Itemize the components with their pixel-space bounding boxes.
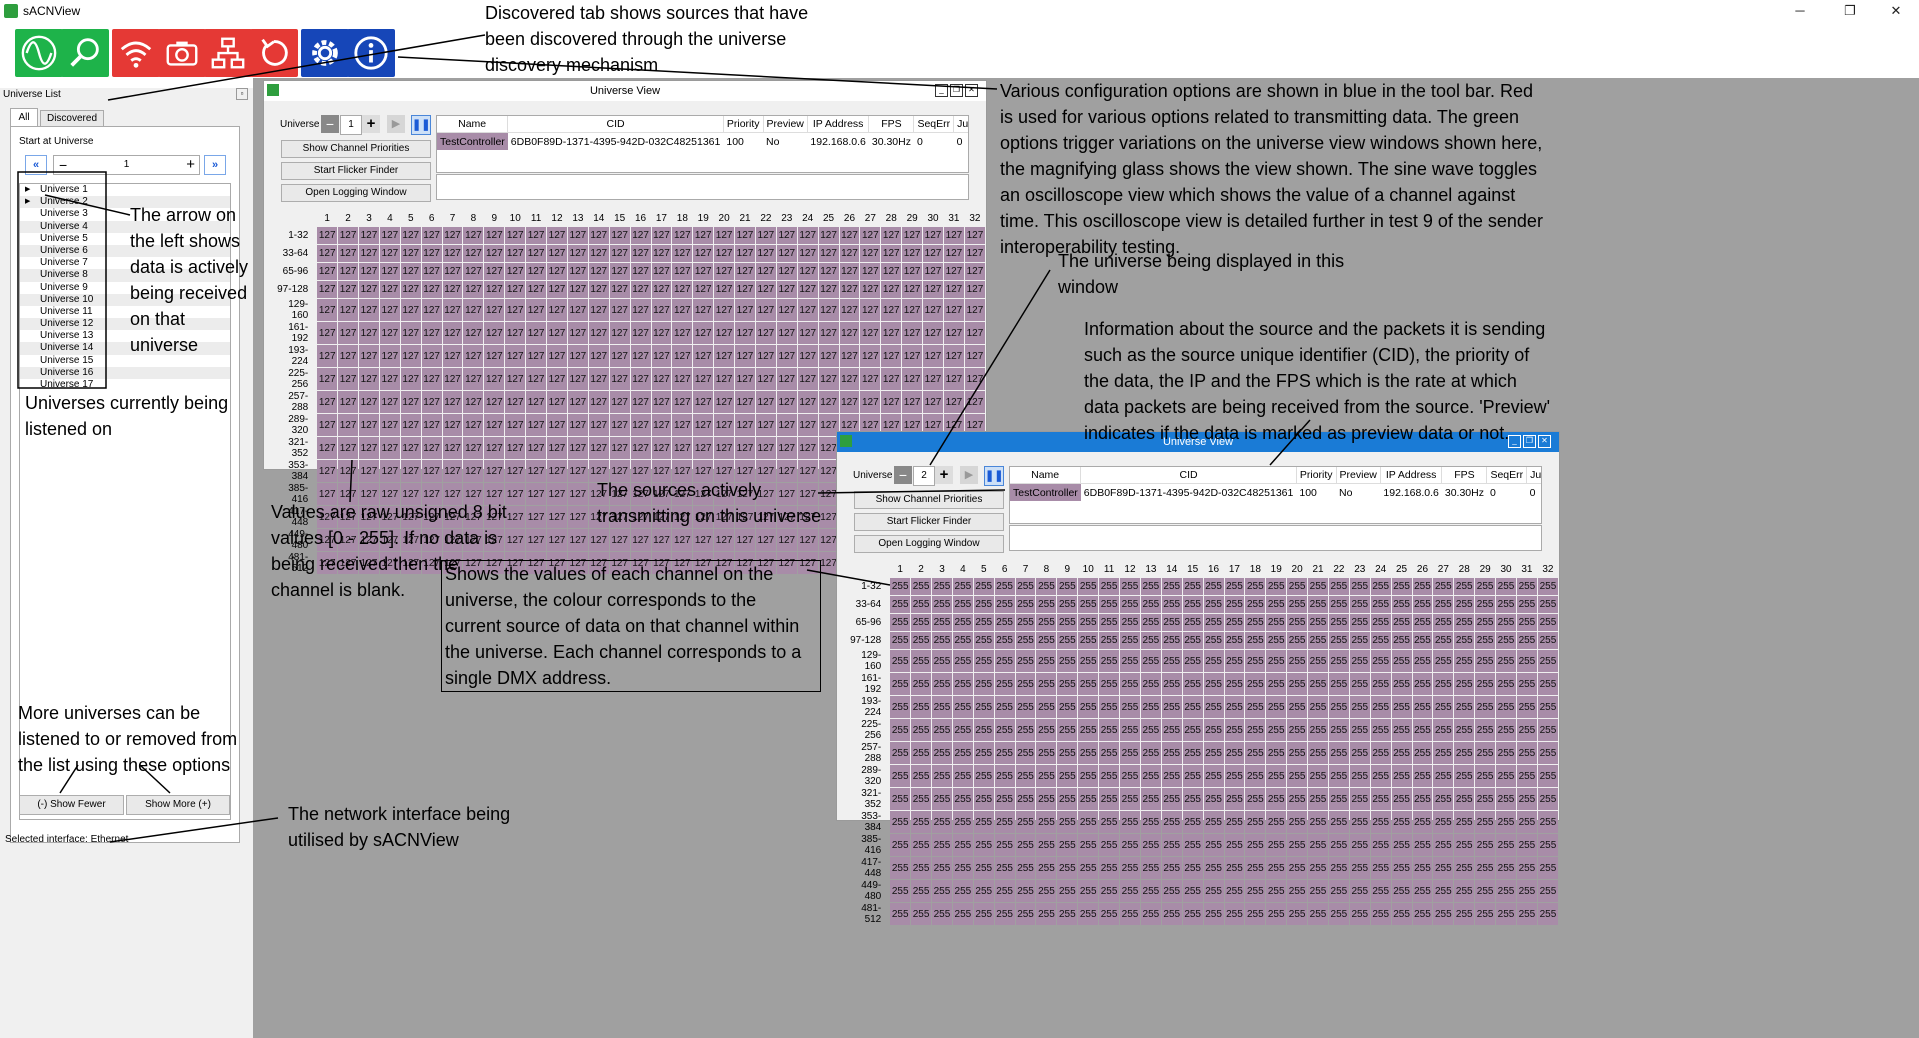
leader-arrow (44, 194, 131, 216)
universe-highlight-box (17, 171, 107, 389)
leader-discovered (107, 34, 486, 101)
annotation-lines (17, 34, 1311, 843)
leader-network (109, 817, 279, 843)
leader-show-more (139, 764, 171, 794)
leader-sources (817, 489, 1006, 494)
leader-raw-values (349, 459, 353, 503)
leader-channel-values (806, 569, 891, 586)
leader-universe (929, 269, 1051, 466)
leader-show-fewer (59, 764, 79, 794)
leader-config (397, 56, 998, 90)
leader-source-info (1269, 419, 1311, 466)
